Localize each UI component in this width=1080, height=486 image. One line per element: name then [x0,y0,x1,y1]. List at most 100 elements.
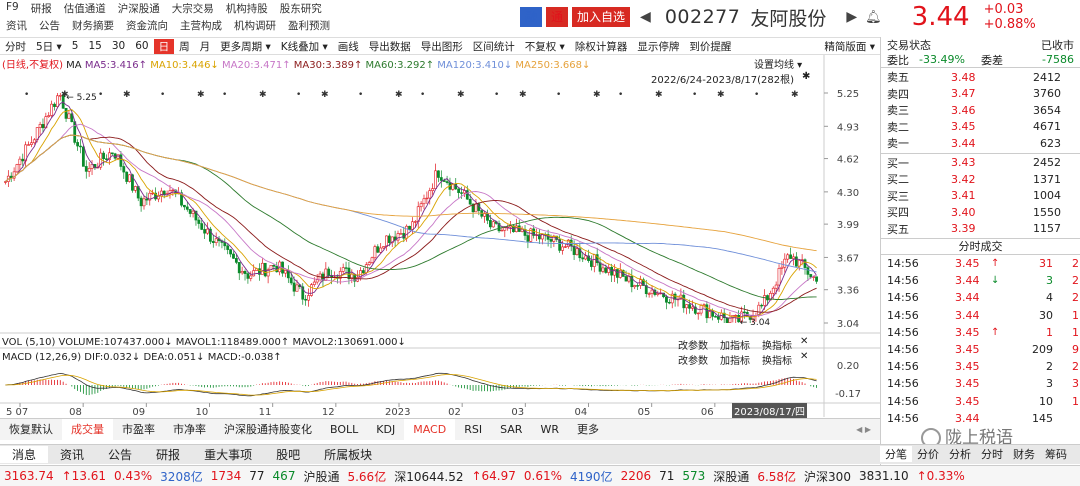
toolbar-item[interactable]: 导出图形 [416,39,468,54]
nav-link[interactable]: 研报 [25,1,58,17]
margin-badge[interactable]: 融 [520,7,543,27]
order-level[interactable]: 卖四 3.47 3760 [881,86,1080,103]
toolbar-item[interactable]: 不复权 ▾ [520,39,570,54]
event-marker: • [24,90,29,100]
indicator-tab[interactable]: RSI [455,419,491,441]
order-level[interactable]: 买一 3.43 2452 [881,155,1080,172]
info-tab[interactable]: 重大事项 [192,446,264,463]
indicator-tab[interactable]: 市净率 [164,419,215,441]
nav-link[interactable]: 估值通道 [58,1,112,17]
indicator-tab[interactable]: WR [531,419,568,441]
order-level[interactable]: 卖二 3.45 4671 [881,119,1080,136]
macd-params-button[interactable]: 改参数 [678,352,708,367]
connect-badge[interactable]: 通 [546,7,569,27]
toolbar-item[interactable]: K线叠加 ▾ [276,39,333,54]
weibi-row: 委比 -33.49% 委差 -7586 [881,52,1080,68]
indicator-tab[interactable]: 成交量 [62,418,113,441]
toolbar-item[interactable]: 显示停牌 [632,39,684,54]
vol-params-button[interactable]: 改参数 [678,337,708,352]
toolbar-item[interactable]: 30 [107,40,130,52]
indicator-tab[interactable]: 更多 [568,419,608,441]
kline-chart-area[interactable]: (日线,不复权) MA MA5:3.416↑ MA10:3.446↓ MA20:… [0,55,880,418]
macd-close-icon[interactable]: ✕ [800,351,808,362]
candle-body [307,295,310,301]
toolbar-item[interactable]: 更多周期 ▾ [215,39,276,54]
info-tab[interactable]: 所属板块 [312,446,384,463]
nav-link[interactable]: 沪深股通 [112,1,166,17]
toolbar-item[interactable]: 画线 [333,39,364,54]
info-tab[interactable]: 消息 [0,446,49,463]
nav-link[interactable]: 盈利预测 [282,18,336,34]
nav-link[interactable]: 大宗交易 [166,1,220,17]
toolbar-item[interactable]: 月 [195,39,216,54]
panel-foot-tab[interactable]: 筹码 [1040,446,1072,462]
add-watchlist-button[interactable]: 加入自选 [572,7,631,27]
vol-close-icon[interactable]: ✕ [800,336,808,347]
indicator-tab[interactable]: 沪深股通持股变化 [215,419,321,441]
tick-n: 2 [1072,360,1079,374]
panel-foot-tab[interactable]: 分笔 [880,446,912,462]
toolbar-item[interactable]: 15 [83,40,106,52]
toolbar-item[interactable]: 导出数据 [364,39,416,54]
toolbar-item[interactable]: 精简版面 ▾ [819,39,880,54]
info-tab[interactable]: 公告 [96,446,144,463]
vol-switch-indicator-button[interactable]: 换指标 [762,337,792,352]
panel-foot-tab[interactable]: 财务 [1008,446,1040,462]
event-marker: ✱ [321,90,329,100]
nav-link[interactable]: 公告 [33,18,66,34]
nav-link[interactable]: F9 [0,1,25,17]
nav-link[interactable]: 主营构成 [174,18,228,34]
toolbar-item[interactable]: 分时 [0,39,31,54]
nav-link[interactable]: 资金流向 [120,18,174,34]
indicator-tab[interactable]: SAR [491,419,531,441]
info-tab[interactable]: 股吧 [264,446,312,463]
toolbar-item[interactable]: 5日 ▾ [31,39,67,54]
candle-body [84,166,88,172]
indicator-tab[interactable]: 恢复默认 [0,419,62,441]
candle-body [719,312,723,320]
order-level[interactable]: 买三 3.41 1004 [881,188,1080,205]
vol-add-indicator-button[interactable]: 加指标 [720,337,750,352]
indicator-scroll-icons[interactable]: ◀ ▶ [847,419,880,441]
nav-link[interactable]: 资讯 [0,18,33,34]
toolbar-item[interactable]: 60 [130,40,153,52]
order-level[interactable]: 买二 3.42 1371 [881,171,1080,188]
order-level[interactable]: 卖三 3.46 3654 [881,102,1080,119]
toolbar-item[interactable]: 周 [174,39,195,54]
candle-body [18,158,22,165]
candle-body [742,311,746,314]
prev-stock-icon[interactable]: ◀ [640,9,651,25]
alert-bell-icon[interactable]: 🔔︎ [865,10,882,25]
candle-body [295,284,299,292]
candle-body [509,225,512,228]
candle-body [624,276,628,282]
candle-body [122,166,126,173]
ma120-line [5,134,817,273]
next-stock-icon[interactable]: ▶ [846,9,857,25]
toolbar-item[interactable]: 5 [67,40,84,52]
panel-foot-tab[interactable]: 分时 [976,446,1008,462]
indicator-tab[interactable]: MACD [404,418,456,441]
toolbar-item[interactable]: 除权计算器 [570,39,633,54]
indicator-tab[interactable]: 市盈率 [113,419,164,441]
panel-foot-tab[interactable]: 分价 [912,446,944,462]
toolbar-item[interactable]: 到价提醒 [684,39,736,54]
info-tab[interactable]: 研报 [144,446,192,463]
indicator-tab[interactable]: BOLL [321,419,367,441]
toolbar-item[interactable]: 区间统计 [468,39,520,54]
nav-link[interactable]: 机构持股 [220,1,274,17]
nav-link[interactable]: 股东研究 [274,1,328,17]
order-level[interactable]: 买四 3.40 1550 [881,204,1080,221]
order-level-volume: 2412 [1033,70,1061,84]
order-level[interactable]: 卖五 3.48 2412 [881,69,1080,86]
order-level[interactable]: 买五 3.39 1157 [881,221,1080,238]
toolbar-item[interactable]: 日 [153,38,175,54]
nav-link[interactable]: 机构调研 [228,18,282,34]
macd-switch-indicator-button[interactable]: 换指标 [762,352,792,367]
nav-link[interactable]: 财务摘要 [66,18,120,34]
order-level[interactable]: 卖一 3.44 623 [881,135,1080,152]
macd-add-indicator-button[interactable]: 加指标 [720,352,750,367]
info-tab[interactable]: 资讯 [48,446,96,463]
panel-foot-tab[interactable]: 分析 [944,446,976,462]
indicator-tab[interactable]: KDJ [367,419,404,441]
